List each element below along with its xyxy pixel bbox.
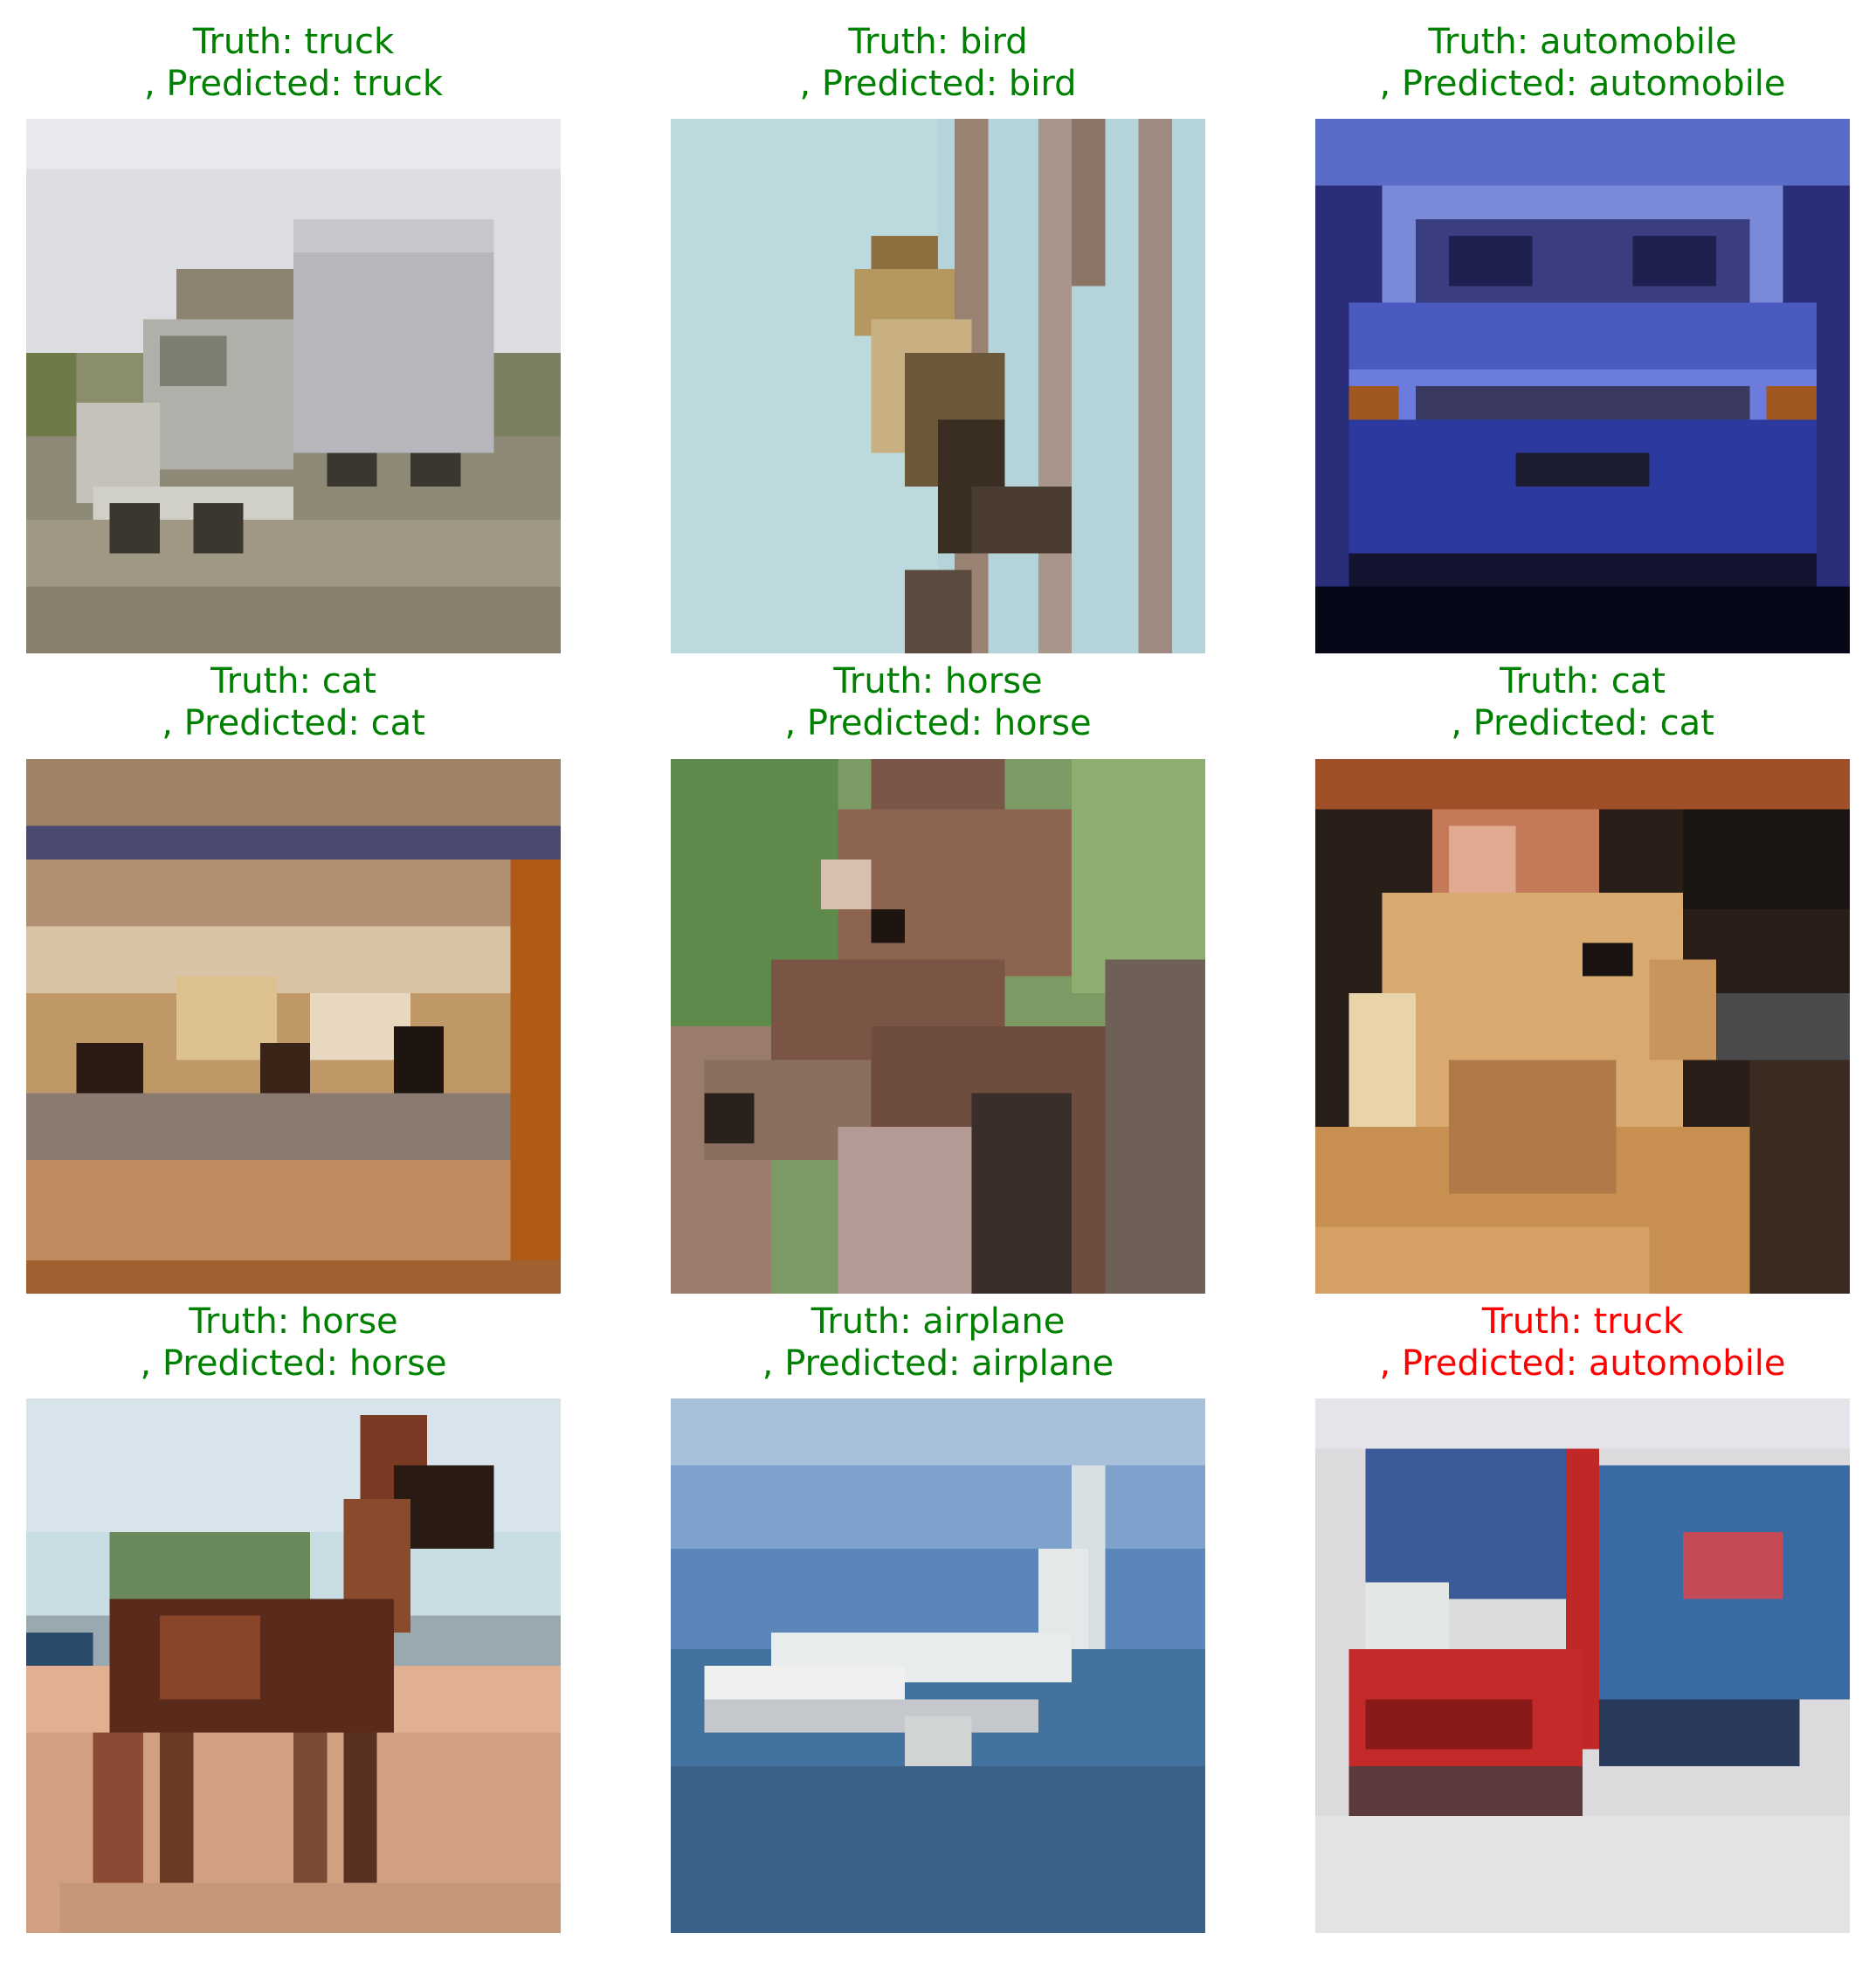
truth-label: Truth: truck [1481, 1302, 1684, 1342]
car-image [1315, 119, 1850, 653]
panel-5-title: Truth: horse , Predicted: horse [618, 660, 1258, 744]
prediction-label: , Predicted: automobile [1379, 1343, 1786, 1384]
panel-1-title: Truth: truck , Predicted: truck [0, 21, 613, 105]
panel-9-title: Truth: truck , Predicted: automobile [1263, 1301, 1876, 1384]
truth-label: Truth: horse [833, 661, 1043, 701]
truth-label: Truth: truck [192, 22, 395, 62]
cat-closeup-image [1315, 759, 1850, 1294]
truth-label: Truth: bird [848, 22, 1028, 62]
semi-truck-image [1315, 1398, 1850, 1933]
prediction-label: , Predicted: horse [784, 703, 1092, 743]
prediction-label: , Predicted: truck [143, 64, 444, 104]
panel-2-title: Truth: bird , Predicted: bird [618, 21, 1258, 105]
prediction-label: , Predicted: horse [140, 1343, 447, 1384]
truth-label: Truth: airplane [810, 1302, 1066, 1342]
panel-6-title: Truth: cat , Predicted: cat [1263, 660, 1876, 744]
truth-label: Truth: horse [189, 1302, 398, 1342]
panel-3-title: Truth: automobile , Predicted: automobil… [1263, 21, 1876, 105]
horse-head-image [671, 759, 1205, 1294]
panel-8-title: Truth: airplane , Predicted: airplane [618, 1301, 1258, 1384]
cat-image [26, 759, 561, 1294]
truck-image [26, 119, 561, 653]
airplane-image [671, 1398, 1205, 1933]
prediction-label: , Predicted: bird [799, 64, 1077, 104]
prediction-label: , Predicted: cat [1451, 703, 1714, 743]
prediction-label: , Predicted: cat [162, 703, 425, 743]
prediction-label: , Predicted: airplane [762, 1343, 1114, 1384]
horse-image [26, 1398, 561, 1933]
truth-label: Truth: cat [1500, 661, 1666, 701]
bird-image [671, 119, 1205, 653]
panel-4-title: Truth: cat , Predicted: cat [0, 660, 613, 744]
truth-label: Truth: automobile [1428, 22, 1737, 62]
truth-label: Truth: cat [210, 661, 376, 701]
prediction-label: , Predicted: automobile [1379, 64, 1786, 104]
panel-7-title: Truth: horse , Predicted: horse [0, 1301, 613, 1384]
